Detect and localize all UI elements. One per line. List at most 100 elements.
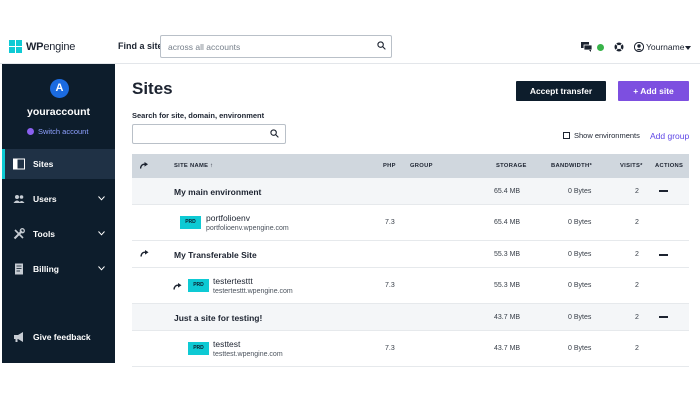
help-lifebuoy-icon[interactable] [614, 42, 624, 52]
add-group-link[interactable]: Add group [650, 131, 689, 141]
bandwidth-value: 0 Bytes [568, 282, 592, 289]
site-name[interactable]: My Transferable Site [174, 250, 257, 260]
table-row[interactable]: PRD portfolioenv portfolioenv.wpengine.c… [132, 205, 689, 241]
table-row[interactable]: My main environment 65.4 MB 0 Bytes 2 [132, 178, 689, 205]
chevron-down-icon [98, 196, 105, 201]
storage-value: 55.3 MB [494, 282, 521, 289]
show-environments-checkbox[interactable] [563, 132, 570, 139]
environment-name[interactable]: testtest [213, 339, 240, 349]
logo-text-bold: WP [26, 40, 44, 53]
sidebar-item-label: Sites [33, 159, 54, 169]
account-avatar: A [50, 79, 69, 98]
logo-grid-icon [9, 40, 22, 53]
bandwidth-value: 0 Bytes [568, 345, 592, 352]
table-row[interactable]: PRD testtest testtest.wpengine.com 7.3 4… [132, 331, 689, 367]
column-header-php: PHP [383, 163, 396, 169]
add-site-button[interactable]: + Add site [618, 81, 689, 101]
bandwidth-value: 0 Bytes [568, 251, 592, 258]
environment-name[interactable]: portfolioenv [206, 213, 250, 223]
transfer-arrow-icon [173, 283, 182, 290]
billing-icon [15, 263, 23, 275]
switch-account-link[interactable]: Switch account [27, 127, 88, 136]
wpengine-logo[interactable]: WPengine [9, 40, 75, 53]
environment-domain[interactable]: testtest.wpengine.com [213, 351, 283, 358]
column-header-bandwidth: BANDWIDTH* [551, 163, 592, 169]
give-feedback-button[interactable]: Give feedback [2, 326, 115, 348]
sidebar-item-label: Users [33, 194, 57, 204]
storage-value: 43.7 MB [494, 314, 521, 321]
site-search-input[interactable] [132, 124, 286, 144]
find-site-input[interactable] [160, 35, 392, 58]
storage-value: 65.4 MB [494, 219, 521, 226]
bandwidth-value: 0 Bytes [568, 314, 592, 321]
switch-account-label: Switch account [38, 127, 89, 136]
chevron-down-icon [98, 231, 105, 236]
chat-icon[interactable] [581, 42, 592, 52]
logo-text-light: engine [43, 40, 76, 53]
transfer-arrow-icon [140, 250, 149, 257]
environment-domain[interactable]: testertesttt.wpengine.com [213, 288, 293, 295]
user-avatar-icon[interactable] [634, 42, 644, 52]
online-status-dot [597, 44, 604, 51]
search-icon[interactable] [377, 41, 386, 50]
visits-value: 2 [635, 314, 639, 321]
sidebar-item-label: Tools [33, 229, 56, 239]
give-feedback-label: Give feedback [33, 332, 91, 342]
storage-value: 65.4 MB [494, 188, 521, 195]
transfer-arrow-icon [140, 162, 148, 169]
account-name: youraccount [26, 106, 90, 118]
megaphone-icon [14, 332, 23, 342]
table-row[interactable]: My Transferable Site 55.3 MB 0 Bytes 2 [132, 241, 689, 268]
storage-value: 55.3 MB [494, 251, 521, 258]
sidebar-item-tools[interactable]: Tools [2, 219, 115, 249]
table-row[interactable]: Just a site for testing! 43.7 MB 0 Bytes… [132, 304, 689, 331]
sidebar-item-users[interactable]: Users [2, 184, 115, 214]
accept-transfer-button[interactable]: Accept transfer [516, 81, 606, 101]
storage-value: 43.7 MB [494, 345, 521, 352]
table-row[interactable]: PRD testertesttt testertesttt.wpengine.c… [132, 268, 689, 304]
collapse-icon[interactable] [659, 254, 668, 256]
collapse-icon[interactable] [659, 190, 668, 192]
sidebar-item-sites[interactable]: Sites [2, 149, 115, 179]
sites-icon [13, 158, 25, 170]
environment-badge: PRD [188, 342, 209, 355]
php-value: 7.3 [385, 345, 395, 352]
visits-value: 2 [635, 251, 639, 258]
bandwidth-value: 0 Bytes [568, 188, 592, 195]
site-name[interactable]: My main environment [174, 187, 261, 197]
users-icon [13, 195, 25, 203]
column-header-site-name[interactable]: SITE NAME ↑ [174, 163, 213, 169]
table-header: SITE NAME ↑ PHP GROUP STORAGE BANDWIDTH*… [132, 154, 689, 178]
visits-value: 2 [635, 188, 639, 195]
visits-value: 2 [635, 219, 639, 226]
username-menu[interactable]: Yourname [646, 42, 684, 52]
switch-account-icon [27, 128, 34, 135]
sidebar: A youraccount Switch account Sites Users… [2, 64, 115, 363]
chevron-down-icon [98, 266, 105, 271]
tools-icon [13, 228, 25, 240]
find-site-label: Find a site [118, 41, 163, 51]
top-bar: WPengine Find a site Yourname [0, 30, 700, 64]
column-header-storage: STORAGE [496, 163, 527, 169]
show-environments-label: Show environments [574, 131, 640, 140]
php-value: 7.3 [385, 282, 395, 289]
column-header-visits: VISITS* [620, 163, 643, 169]
visits-value: 2 [635, 282, 639, 289]
chevron-down-icon[interactable] [685, 46, 691, 50]
collapse-icon[interactable] [659, 316, 668, 318]
search-icon[interactable] [270, 129, 279, 138]
sidebar-item-billing[interactable]: Billing [2, 254, 115, 284]
site-search-label: Search for site, domain, environment [132, 111, 265, 120]
site-name[interactable]: Just a site for testing! [174, 313, 262, 323]
column-header-group: GROUP [410, 163, 433, 169]
environment-name[interactable]: testertesttt [213, 276, 253, 286]
visits-value: 2 [635, 345, 639, 352]
sidebar-item-label: Billing [33, 264, 59, 274]
bandwidth-value: 0 Bytes [568, 219, 592, 226]
environment-badge: PRD [180, 216, 201, 229]
column-header-actions: ACTIONS [655, 163, 684, 169]
php-value: 7.3 [385, 219, 395, 226]
environment-domain[interactable]: portfolioenv.wpengine.com [206, 225, 289, 232]
page-title: Sites [132, 79, 173, 98]
environment-badge: PRD [188, 279, 209, 292]
